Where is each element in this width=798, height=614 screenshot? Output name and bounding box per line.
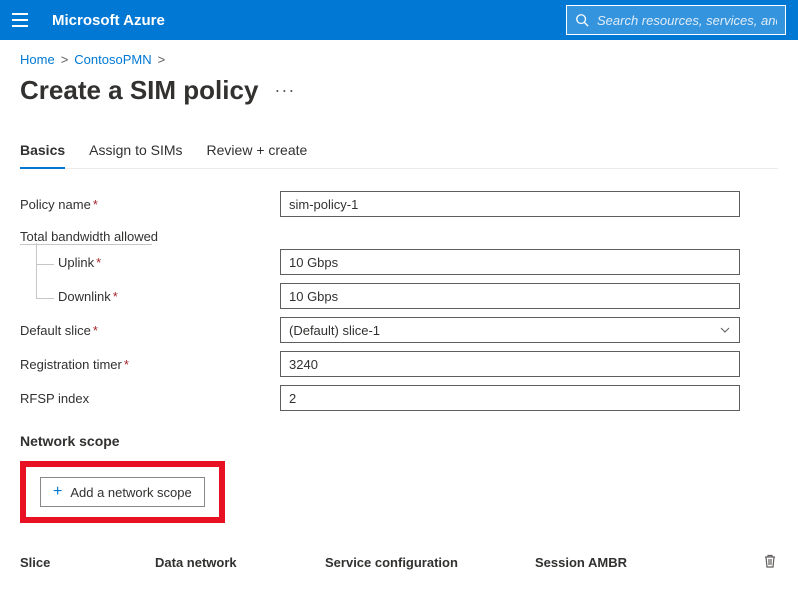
column-session-ambr: Session AMBR (535, 555, 748, 570)
page-title: Create a SIM policy (20, 75, 258, 106)
policy-name-input[interactable] (280, 191, 740, 217)
network-scope-columns: Slice Data network Service configuration… (20, 543, 778, 582)
uplink-label: Uplink* (20, 249, 280, 276)
search-icon (575, 13, 589, 27)
brand-label: Microsoft Azure (52, 12, 165, 29)
breadcrumb-home[interactable]: Home (20, 52, 55, 67)
plus-icon: + (53, 484, 62, 500)
breadcrumb-separator: > (61, 52, 69, 67)
global-search[interactable] (566, 5, 786, 35)
default-slice-select[interactable]: (Default) slice-1 (280, 317, 740, 343)
bandwidth-group-label: Total bandwidth allowed (20, 223, 778, 247)
breadcrumb: Home > ContosoPMN > (20, 52, 778, 67)
trash-icon[interactable] (762, 553, 778, 569)
chevron-down-icon (719, 324, 731, 336)
tab-basics[interactable]: Basics (20, 134, 65, 168)
add-network-scope-button[interactable]: + Add a network scope (40, 477, 205, 507)
registration-timer-label: Registration timer* (20, 351, 280, 378)
more-actions-icon[interactable]: ··· (274, 80, 295, 101)
hamburger-menu-icon[interactable] (12, 10, 32, 30)
column-slice: Slice (20, 555, 155, 570)
network-scope-title: Network scope (20, 433, 778, 449)
default-slice-value: (Default) slice-1 (289, 323, 380, 338)
top-bar: Microsoft Azure (0, 0, 798, 40)
tab-assign-to-sims[interactable]: Assign to SIMs (89, 134, 182, 168)
default-slice-label: Default slice* (20, 317, 280, 344)
breadcrumb-parent[interactable]: ContosoPMN (74, 52, 151, 67)
column-data-network: Data network (155, 555, 325, 570)
rfsp-index-label: RFSP index (20, 385, 280, 412)
tabs: Basics Assign to SIMs Review + create (20, 134, 778, 169)
tab-review-create[interactable]: Review + create (207, 134, 308, 168)
column-service-config: Service configuration (325, 555, 535, 570)
downlink-input[interactable] (280, 283, 740, 309)
search-input[interactable] (597, 13, 777, 28)
uplink-input[interactable] (280, 249, 740, 275)
highlight-rectangle: + Add a network scope (20, 461, 225, 523)
breadcrumb-separator: > (158, 52, 166, 67)
rfsp-index-input[interactable] (280, 385, 740, 411)
downlink-label: Downlink* (20, 283, 280, 310)
add-network-scope-label: Add a network scope (70, 485, 191, 500)
registration-timer-input[interactable] (280, 351, 740, 377)
policy-name-label: Policy name* (20, 191, 280, 218)
